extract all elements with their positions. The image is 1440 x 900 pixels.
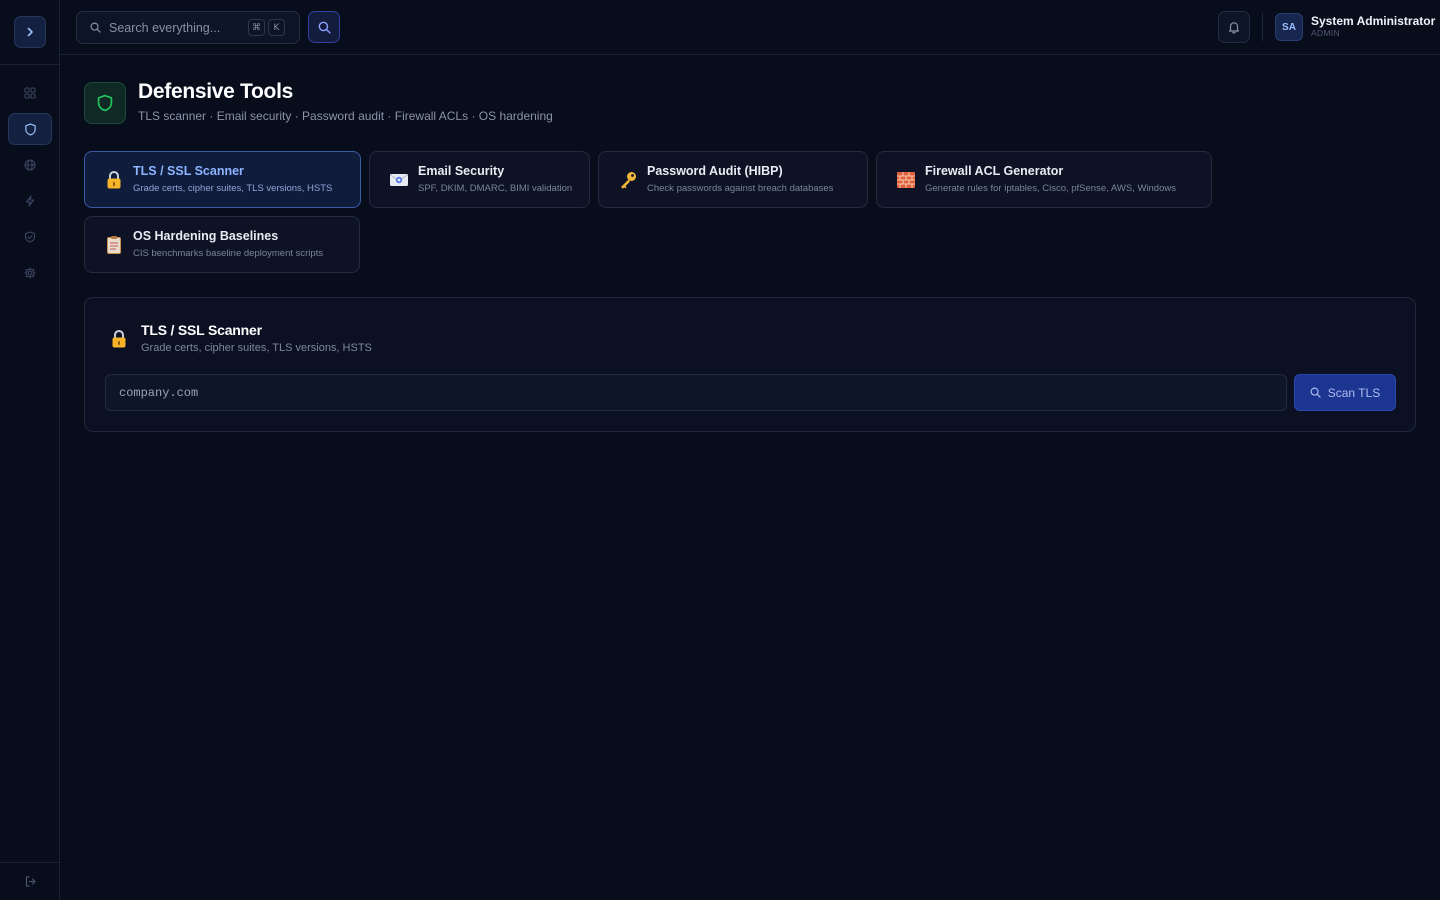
header-divider xyxy=(1262,13,1263,41)
sidebar-nav xyxy=(8,77,52,293)
sidebar-item-defensive-tools[interactable] xyxy=(8,113,52,145)
tool-card-description: Grade certs, cipher suites, TLS versions… xyxy=(133,183,333,194)
panel-title: TLS / SSL Scanner xyxy=(141,322,262,338)
brick-wall-icon xyxy=(895,169,917,191)
chevron-right-icon xyxy=(27,27,33,37)
sidebar-divider xyxy=(0,64,60,65)
key-icon xyxy=(617,169,639,191)
tool-card-os-hardening-baselines[interactable]: OS Hardening Baselines CIS benchmarks ba… xyxy=(84,216,360,273)
global-search[interactable]: ⌘ K xyxy=(76,11,300,44)
tool-card-description: Generate rules for iptables, Cisco, pfSe… xyxy=(925,183,1176,194)
tool-card-description: CIS benchmarks baseline deployment scrip… xyxy=(133,248,324,259)
sidebar xyxy=(0,0,60,900)
tool-card-password-audit[interactable]: Password Audit (HIBP) Check passwords ag… xyxy=(598,151,868,208)
page-subtitle: TLS scanner · Email security · Password … xyxy=(138,109,553,123)
user-name: System Administrator xyxy=(1311,14,1436,28)
search-icon xyxy=(90,22,101,33)
search-button[interactable] xyxy=(308,11,340,43)
top-header: ⌘ K SA System Administrator ADMIN xyxy=(60,0,1440,55)
avatar[interactable]: SA xyxy=(1275,13,1303,41)
envelope-icon xyxy=(388,169,410,191)
tool-card-email-security[interactable]: Email Security SPF, DKIM, DMARC, BIMI va… xyxy=(369,151,590,208)
tool-card-title: OS Hardening Baselines xyxy=(133,229,279,243)
logout-button[interactable] xyxy=(0,862,60,900)
tool-card-tls-ssl-scanner[interactable]: TLS / SSL Scanner Grade certs, cipher su… xyxy=(84,151,361,208)
lock-icon xyxy=(103,169,125,191)
lightning-icon xyxy=(25,195,35,207)
tool-card-firewall-acl-generator[interactable]: Firewall ACL Generator Generate rules fo… xyxy=(876,151,1212,208)
tool-card-description: Check passwords against breach databases xyxy=(647,183,834,194)
grid-icon xyxy=(24,87,36,99)
tool-card-title: Firewall ACL Generator xyxy=(925,164,1064,178)
scan-tls-button-label: Scan TLS xyxy=(1327,385,1381,400)
bell-icon xyxy=(1228,22,1240,34)
domain-input[interactable] xyxy=(105,374,1287,411)
sidebar-item-dashboard[interactable] xyxy=(8,77,52,109)
clipboard-icon xyxy=(103,234,125,256)
page-shield-icon-tile xyxy=(84,82,126,124)
tls-scanner-panel: TLS / SSL Scanner Grade certs, cipher su… xyxy=(84,297,1416,432)
user-role: ADMIN xyxy=(1311,28,1340,38)
tool-card-title: Password Audit (HIBP) xyxy=(647,164,783,178)
shield-icon xyxy=(24,123,36,135)
sidebar-item-activity[interactable] xyxy=(8,185,52,217)
scan-tls-button[interactable]: Scan TLS xyxy=(1294,374,1396,411)
shield-check-icon xyxy=(24,231,36,243)
logout-icon xyxy=(25,876,36,887)
lock-icon xyxy=(107,326,131,352)
panel-subtitle: Grade certs, cipher suites, TLS versions… xyxy=(141,342,372,354)
sidebar-item-security[interactable] xyxy=(8,221,52,253)
shortcut-key-k: K xyxy=(268,19,285,36)
notifications-button[interactable] xyxy=(1218,11,1250,43)
search-icon xyxy=(1310,387,1321,398)
search-icon xyxy=(318,21,331,34)
tool-card-title: TLS / SSL Scanner xyxy=(133,164,244,178)
sidebar-item-network[interactable] xyxy=(8,149,52,181)
globe-icon xyxy=(24,159,36,171)
sidebar-item-settings[interactable] xyxy=(8,257,52,289)
shortcut-key-cmd: ⌘ xyxy=(248,19,265,36)
tool-card-description: SPF, DKIM, DMARC, BIMI validation xyxy=(418,183,573,194)
page-title: Defensive Tools xyxy=(138,80,293,103)
search-input[interactable] xyxy=(109,20,245,35)
sidebar-expand-button[interactable] xyxy=(14,16,46,48)
shield-icon xyxy=(97,94,113,112)
tool-card-title: Email Security xyxy=(418,164,505,178)
gear-icon xyxy=(24,267,36,279)
